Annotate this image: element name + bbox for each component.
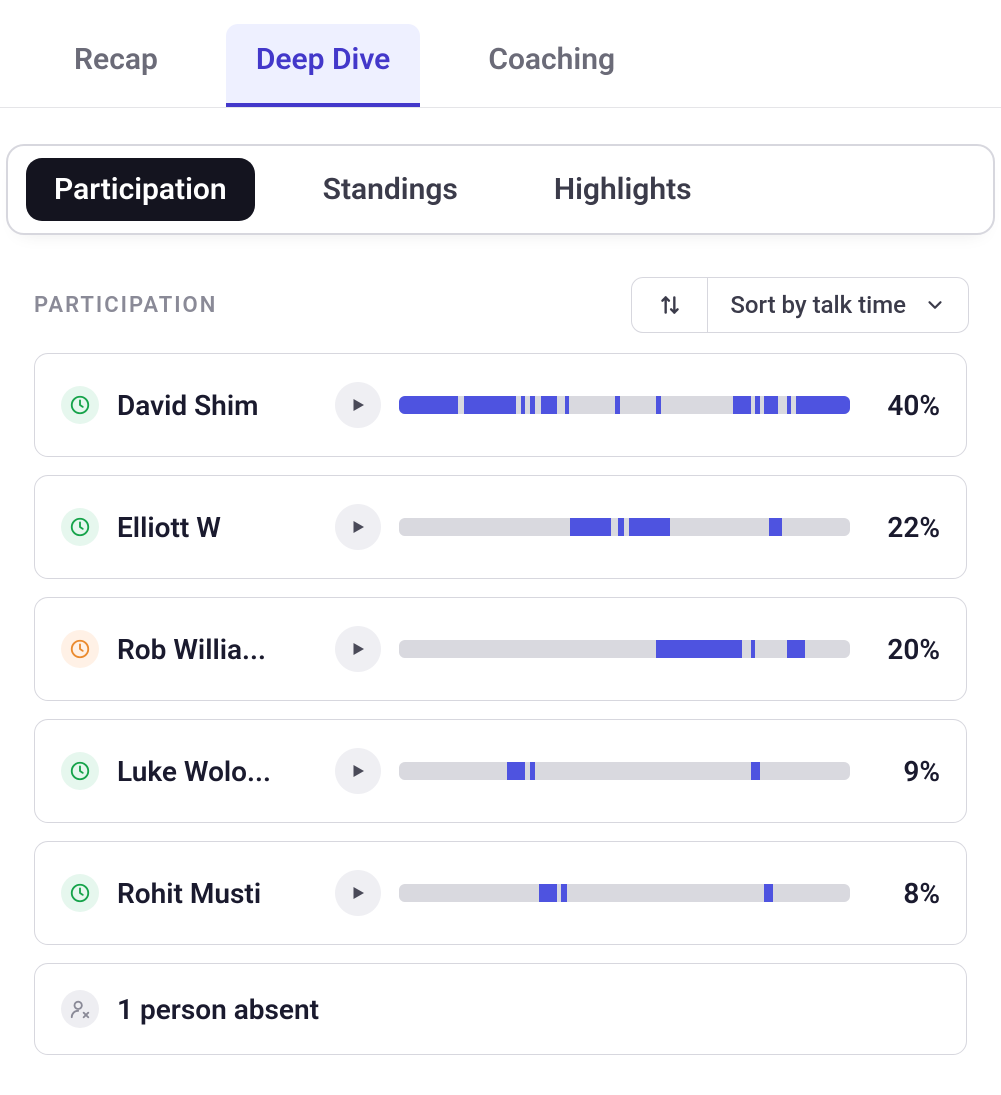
top-tabs: Recap Deep Dive Coaching (0, 0, 1001, 108)
sort-dropdown[interactable]: Sort by talk time (708, 278, 968, 332)
clock-icon (69, 638, 91, 660)
talk-segment (787, 640, 805, 658)
play-icon (349, 884, 367, 902)
sort-direction-button[interactable] (632, 278, 708, 332)
talk-timeline[interactable] (399, 518, 850, 536)
chevron-down-icon (924, 294, 946, 316)
talk-segment (570, 518, 611, 536)
talk-segment (565, 396, 570, 414)
absent-row[interactable]: 1 person absent (34, 963, 967, 1055)
talk-percentage: 20% (868, 633, 940, 666)
talk-segment (751, 640, 756, 658)
participant-name: David Shim (117, 389, 317, 422)
talk-percentage: 8% (868, 877, 940, 910)
sort-label: Sort by talk time (730, 291, 906, 319)
participant-name: Rob Willia... (117, 633, 317, 666)
play-icon (349, 640, 367, 658)
clock-icon (69, 516, 91, 538)
talk-segment (615, 396, 620, 414)
subtabs: Participation Standings Highlights (6, 144, 995, 235)
clock-icon (69, 394, 91, 416)
talk-segment (629, 518, 670, 536)
participant-name: Elliott W (117, 511, 317, 544)
play-button[interactable] (335, 504, 381, 550)
sort-arrows-icon (657, 292, 683, 318)
play-icon (349, 396, 367, 414)
tab-coaching[interactable]: Coaching (458, 24, 645, 107)
participant-row[interactable]: David Shim 40% (34, 353, 967, 457)
person-absent-icon (69, 998, 91, 1020)
sort-controls: Sort by talk time (631, 277, 969, 333)
play-button[interactable] (335, 626, 381, 672)
absent-indicator (61, 990, 99, 1028)
section-title: PARTICIPATION (34, 293, 217, 318)
talk-timeline[interactable] (399, 884, 850, 902)
participant-row[interactable]: Rohit Musti 8% (34, 841, 967, 945)
talk-segment (464, 396, 516, 414)
play-icon (349, 518, 367, 536)
talk-segment (751, 762, 760, 780)
talk-segment (507, 762, 525, 780)
absent-text: 1 person absent (117, 993, 319, 1026)
clock-icon (69, 882, 91, 904)
status-indicator (61, 874, 99, 912)
talk-segment (530, 396, 535, 414)
participant-row[interactable]: Elliott W 22% (34, 475, 967, 579)
status-indicator (61, 386, 99, 424)
status-indicator (61, 508, 99, 546)
play-button[interactable] (335, 382, 381, 428)
status-indicator (61, 752, 99, 790)
tab-deep-dive[interactable]: Deep Dive (226, 24, 420, 107)
talk-timeline[interactable] (399, 762, 850, 780)
subtab-standings[interactable]: Standings (295, 158, 486, 221)
talk-segment (764, 884, 773, 902)
subtab-participation[interactable]: Participation (26, 158, 255, 221)
talk-segment (399, 396, 458, 414)
participant-name: Luke Wolo... (117, 755, 317, 788)
clock-icon (69, 760, 91, 782)
play-icon (349, 762, 367, 780)
talk-segment (539, 884, 557, 902)
talk-segment (764, 396, 778, 414)
talk-segment (656, 640, 742, 658)
talk-segment (561, 884, 566, 902)
status-indicator (61, 630, 99, 668)
talk-timeline[interactable] (399, 396, 850, 414)
participant-name: Rohit Musti (117, 877, 317, 910)
talk-percentage: 22% (868, 511, 940, 544)
participant-row[interactable]: Luke Wolo... 9% (34, 719, 967, 823)
play-button[interactable] (335, 870, 381, 916)
talk-segment (618, 518, 625, 536)
subtab-highlights[interactable]: Highlights (526, 158, 720, 221)
participant-row[interactable]: Rob Willia... 20% (34, 597, 967, 701)
talk-percentage: 9% (868, 755, 940, 788)
talk-segment (769, 518, 783, 536)
talk-segment (541, 396, 557, 414)
tab-recap[interactable]: Recap (44, 24, 188, 107)
participant-list: David Shim 40% Elliott W 22% Rob Willia... 20… (0, 353, 1001, 1095)
play-button[interactable] (335, 748, 381, 794)
talk-segment (521, 396, 526, 414)
talk-segment (656, 396, 661, 414)
talk-segment (755, 396, 760, 414)
talk-segment (787, 396, 792, 414)
talk-timeline[interactable] (399, 640, 850, 658)
talk-segment (530, 762, 535, 780)
talk-percentage: 40% (868, 389, 940, 422)
talk-segment (733, 396, 751, 414)
talk-segment (796, 396, 850, 414)
